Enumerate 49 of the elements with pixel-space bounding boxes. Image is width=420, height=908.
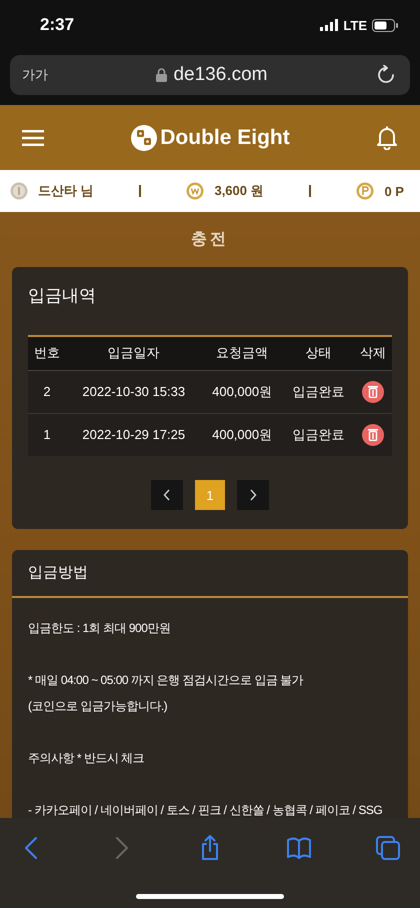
balance-amount: 3,600 원	[214, 182, 264, 200]
coin-icon	[10, 182, 28, 200]
status-time: 2:37	[40, 15, 74, 35]
column-header: 삭제	[354, 336, 392, 370]
card-title: 입금내역	[28, 285, 97, 307]
chevron-right-icon	[249, 489, 257, 501]
chevron-left-icon	[163, 489, 171, 501]
table-cell: 2022-10-30 15:33	[66, 370, 202, 413]
table-cell: 2022-10-29 17:25	[66, 413, 202, 456]
column-header: 요청금액	[201, 336, 283, 370]
column-header: 입금일자	[66, 336, 202, 370]
bell-icon[interactable]	[376, 126, 398, 150]
previous-page-button[interactable]	[151, 480, 183, 510]
trash-icon	[366, 428, 379, 442]
delete-button[interactable]	[362, 380, 384, 402]
column-header: 상태	[282, 336, 354, 370]
table-cell: 입금완료	[282, 413, 354, 456]
address-bar[interactable]: 가가 de136.com	[10, 55, 410, 95]
info-text: (코인으로 입금가능합니다.)	[28, 698, 168, 715]
logo-icon	[130, 124, 158, 152]
menu-icon[interactable]	[22, 130, 44, 146]
info-text: * 매일 04:00 ~ 05:00 까지 은행 점검시간으로 입금 불가	[28, 672, 304, 689]
coin-icon	[186, 182, 204, 200]
column-header: 번호	[28, 336, 66, 370]
trash-icon	[366, 385, 379, 398]
network-label: LTE	[343, 18, 367, 32]
card-title: 입금방법	[12, 550, 408, 598]
reload-icon[interactable]	[376, 65, 396, 85]
signal-icon	[320, 19, 338, 31]
lock-icon	[156, 68, 168, 82]
user-name: 드산타 님	[38, 182, 94, 200]
table-cell: 입금완료	[282, 370, 354, 413]
info-text: - 카카오페이 / 네이버페이 / 토스 / 핀크 / 신한쏠 / 농협콕 / 페이코 / SSG	[28, 802, 384, 819]
text-size-button[interactable]: 가가	[22, 66, 48, 84]
battery-icon	[372, 18, 398, 32]
url-text: de136.com	[173, 64, 268, 86]
table-cell: 1	[28, 413, 66, 456]
table-cell: 400,000원	[201, 370, 283, 413]
points-amount: 0 P	[384, 184, 404, 198]
site-logo-text: Double Eight	[160, 126, 290, 150]
coin-icon	[356, 182, 374, 200]
table-cell: 2	[28, 370, 66, 413]
next-page-button[interactable]	[237, 480, 269, 510]
tabs-icon[interactable]	[374, 834, 402, 862]
info-text: 주의사항 * 반드시 체크	[28, 750, 146, 767]
info-text: 입금한도 : 1회 최대 900만원	[28, 620, 172, 637]
page-title: 충전	[190, 230, 230, 250]
delete-button[interactable]	[362, 424, 384, 446]
table-cell: 400,000원	[201, 413, 283, 456]
